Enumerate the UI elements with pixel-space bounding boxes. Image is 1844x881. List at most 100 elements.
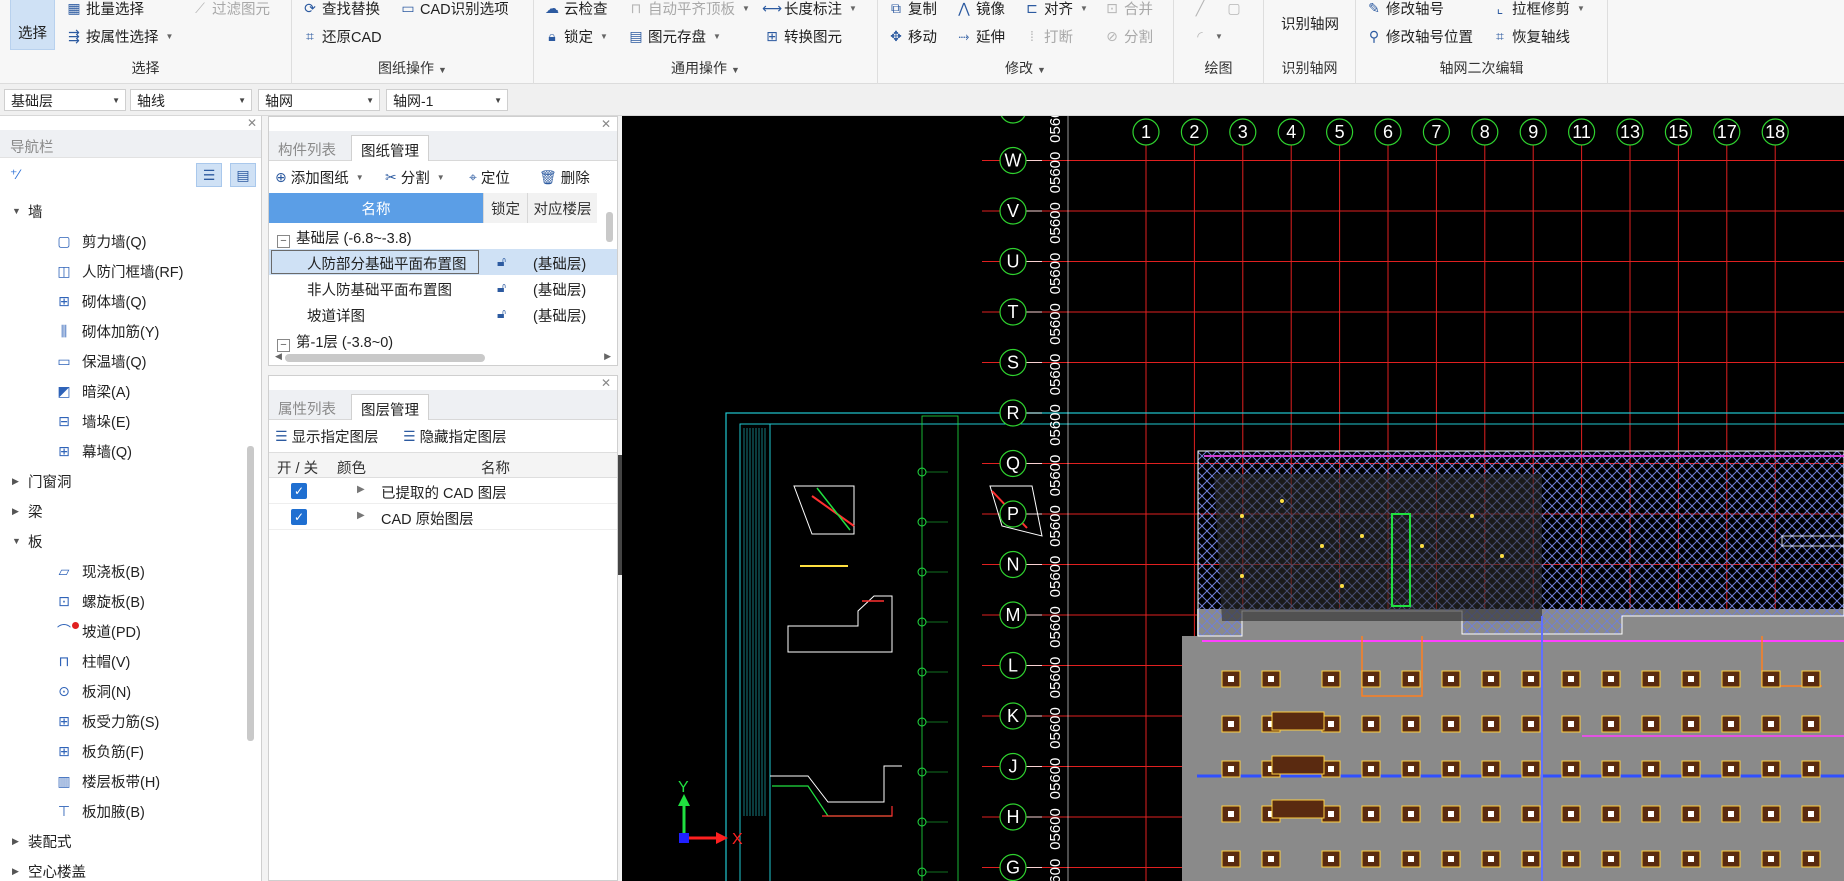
nav-item[interactable]: ▭ 保温墙(Q) — [0, 346, 250, 376]
layer-checkbox[interactable]: ✓ — [291, 509, 307, 525]
nav-item[interactable]: ⊞ 板受力筋(S) — [0, 706, 250, 736]
cad-canvas[interactable]: 05600 05600 05600 05600 05600 05600 05600 05600… — [622, 116, 1844, 881]
drawing-row[interactable]: 非人防基础平面布置图 🔓︎ (基础层) — [269, 275, 617, 301]
list-view-icon[interactable]: ☰ — [196, 163, 222, 187]
nav-item[interactable]: ⊟ 墙垛(E) — [0, 406, 250, 436]
nav-item[interactable]: ⊙ 板洞(N) — [0, 676, 250, 706]
attr-select-button[interactable]: ⇶ 按属性选择 ▼ — [66, 24, 173, 48]
modify-axis-pos-button[interactable]: ⚲ 修改轴号位置 — [1366, 24, 1473, 48]
nav-category[interactable]: ▶ 门窗洞 — [0, 466, 250, 496]
nav-category[interactable]: ▶ 装配式 — [0, 826, 250, 856]
modify-axis-no-button[interactable]: ✎ 修改轴号 — [1366, 0, 1444, 20]
convert-button[interactable]: ⊞ 转换图元 — [764, 24, 842, 48]
drawing-vscroll[interactable] — [606, 212, 613, 242]
length-dim-button[interactable]: ⟷ 长度标注 ▼ — [762, 0, 857, 20]
nav-item[interactable]: ⊤ 板加腋(B) — [0, 796, 250, 826]
split-drawing-button[interactable]: ✂ 分割 ▼ — [385, 167, 445, 188]
delete-button[interactable]: 🗑︎ 删除 — [539, 167, 590, 188]
merge-button[interactable]: ⊡ 合并 — [1104, 0, 1153, 20]
nav-item[interactable]: ◩ 暗梁(A) — [0, 376, 250, 406]
close-icon[interactable]: ✕ — [247, 116, 257, 130]
nav-category[interactable]: ▶ 梁 — [0, 496, 250, 526]
expand-right-icon[interactable]: ▶ — [357, 510, 365, 521]
expand-right-icon[interactable]: ▶ — [12, 476, 28, 487]
drawing-group-row[interactable]: − 第-1层 (-3.8~0) — [269, 327, 617, 353]
nav-item[interactable]: ◫ 人防门框墙(RF) — [0, 256, 250, 286]
batch-select-button[interactable]: ▦ 批量选择 — [66, 0, 144, 20]
chevron-down-icon[interactable]: ▼ — [731, 65, 740, 75]
chevron-down-icon[interactable]: ▼ — [438, 65, 447, 75]
extend-button[interactable]: ⤑ 延伸 — [956, 24, 1005, 48]
drawing-row[interactable]: 坡道详图 🔓︎ (基础层) — [269, 301, 617, 327]
select-button[interactable]: 选择 — [10, 0, 55, 50]
nav-item[interactable]: ⫼ 砌体加筋(Y) — [0, 316, 250, 346]
expand-right-icon[interactable]: ▶ — [12, 866, 28, 877]
expand-right-icon[interactable]: ▶ — [12, 836, 28, 847]
find-replace-button[interactable]: ⟳ 查找替换 — [302, 0, 380, 20]
auto-align-button[interactable]: ⊓ 自动平齐顶板 ▼ — [628, 0, 750, 20]
chevron-down-icon[interactable]: ▼ — [1037, 65, 1046, 75]
rect-tool-button[interactable]: ▢ — [1226, 0, 1242, 20]
copy-button[interactable]: ⧉ 复制 — [888, 0, 937, 20]
category-select[interactable]: 轴线 ▼ — [130, 89, 252, 111]
tab-drawing-manage[interactable]: 图纸管理 — [351, 135, 429, 161]
nav-item[interactable]: ▱ 现浇板(B) — [0, 556, 250, 586]
close-icon[interactable]: ✕ — [601, 117, 611, 131]
tab-layer-manage[interactable]: 图层管理 — [351, 394, 429, 420]
box-trim-button[interactable]: ⌞ 拉框修剪 ▼ — [1492, 0, 1585, 20]
show-layer-button[interactable]: ☰ 显示指定图层 — [275, 426, 379, 447]
scroll-right-icon[interactable]: ▶ — [604, 351, 611, 362]
item-select[interactable]: 轴网-1 ▼ — [386, 89, 508, 111]
nav-item[interactable]: ⊞ 砌体墙(Q) — [0, 286, 250, 316]
scroll-thumb[interactable] — [285, 354, 485, 362]
close-icon[interactable]: ✕ — [601, 376, 611, 390]
element-save-button[interactable]: ▤ 图元存盘 ▼ — [628, 24, 721, 48]
add-drawing-button[interactable]: ⊕ 添加图纸 ▼ — [275, 167, 364, 188]
filter-select-button[interactable]: ⟋ 过滤图元 — [192, 0, 270, 20]
line-tool-button[interactable]: ╱ — [1192, 0, 1208, 20]
col-floor[interactable]: 对应楼层 — [527, 193, 597, 223]
unlock-icon[interactable]: 🔓︎ — [497, 305, 506, 322]
restore-cad-button[interactable]: ⌗ 还原CAD — [302, 24, 382, 48]
col-lock[interactable]: 锁定 — [483, 193, 527, 223]
nav-item[interactable]: ⊞ 板负筋(F) — [0, 736, 250, 766]
expand-down-icon[interactable]: ▼ — [12, 206, 28, 216]
restore-axis-button[interactable]: ⌗ 恢复轴线 — [1492, 24, 1570, 48]
break-button[interactable]: ⁞ 打断 — [1024, 24, 1073, 48]
nav-item[interactable]: ⊞ 幕墙(Q) — [0, 436, 250, 466]
cloud-check-button[interactable]: ☁ 云检查 — [544, 0, 608, 20]
align-button[interactable]: ⊏ 对齐 ▼ — [1024, 0, 1088, 20]
layer-checkbox[interactable]: ✓ — [291, 483, 307, 499]
nav-item[interactable]: ⌒ 坡道(PD) — [0, 616, 250, 646]
drawing-hscroll[interactable]: ◀ ▶ — [275, 351, 611, 363]
unlock-icon[interactable]: 🔓︎ — [497, 253, 506, 270]
locate-button[interactable]: ⌖ 定位 — [469, 167, 510, 188]
drawing-row[interactable]: 人防部分基础平面布置图 🔓︎ (基础层) — [269, 249, 617, 275]
nav-category[interactable]: ▶ 空心楼盖 — [0, 856, 250, 881]
pin-icon[interactable]: ⁺⁄ — [10, 166, 20, 183]
type-select[interactable]: 轴网 ▼ — [258, 89, 380, 111]
expand-right-icon[interactable]: ▶ — [12, 506, 28, 517]
cad-drawing[interactable]: 05600 05600 05600 05600 05600 05600 05600 05600… — [622, 116, 1844, 881]
drawing-group-row[interactable]: − 基础层 (-6.8~-3.8) — [269, 223, 617, 249]
arc-tool-button[interactable]: ◜ ▼ — [1192, 24, 1223, 48]
nav-item[interactable]: ⊓ 柱帽(V) — [0, 646, 250, 676]
layer-row[interactable]: ✓ ▶ 已提取的 CAD 图层 — [269, 478, 617, 504]
expand-down-icon[interactable]: ▼ — [12, 536, 28, 546]
split-button[interactable]: ⊘ 分割 — [1104, 24, 1153, 48]
col-name[interactable]: 名称 — [269, 193, 483, 223]
nav-category[interactable]: ▼ 板 — [0, 526, 250, 556]
nav-scrollbar[interactable] — [247, 446, 254, 741]
hide-layer-button[interactable]: ☰ 隐藏指定图层 — [403, 426, 507, 447]
nav-item[interactable]: ▥ 楼层板带(H) — [0, 766, 250, 796]
expand-right-icon[interactable]: ▶ — [357, 484, 365, 495]
cad-options-button[interactable]: ▭ CAD识别选项 — [400, 0, 508, 20]
layer-row[interactable]: ✓ ▶ CAD 原始图层 — [269, 504, 617, 530]
move-button[interactable]: ✥ 移动 — [888, 24, 937, 48]
identify-axis-button[interactable]: 识别轴网 — [1270, 0, 1350, 34]
floor-select[interactable]: 基础层 ▼ — [4, 89, 126, 111]
scroll-left-icon[interactable]: ◀ — [275, 351, 282, 362]
mirror-button[interactable]: ⋀ 镜像 — [956, 0, 1005, 20]
collapse-icon[interactable]: − — [277, 235, 290, 248]
tab-component-list[interactable]: 构件列表 — [269, 135, 345, 161]
